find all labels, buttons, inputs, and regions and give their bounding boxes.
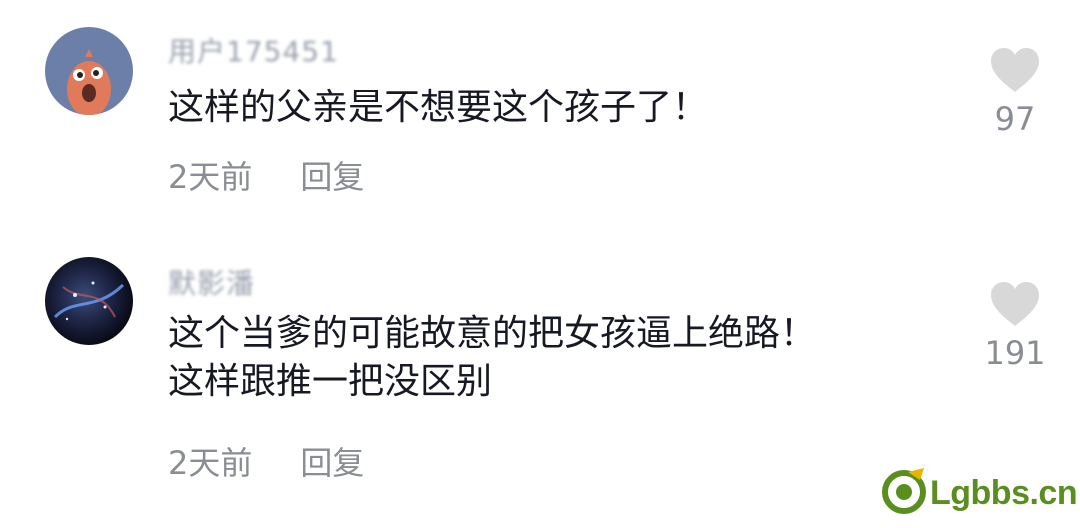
username[interactable]: 用户175451 xyxy=(168,30,339,70)
like-button[interactable]: 191 xyxy=(970,280,1060,372)
comment-text: 这样的父亲是不想要这个孩子了！ xyxy=(168,87,709,128)
comment-list: 用户175451 这样的父亲是不想要这个孩子了！ 2天前 回复 97 默影潘 这… xyxy=(0,0,1080,528)
watermark: Lgbbs.cn xyxy=(880,460,1078,520)
avatar[interactable] xyxy=(45,27,133,115)
comment-text-line: 这个当爹的可能故意的把女孩逼上绝路！ xyxy=(168,313,817,354)
comment-text: 这个当爹的可能故意的把女孩逼上绝路！ 这样跟推一把没区别 xyxy=(168,310,816,406)
timestamp: 2天前 xyxy=(168,444,253,482)
galaxy-planet-icon xyxy=(45,257,133,345)
comment-meta: 2天前 回复 xyxy=(168,152,364,198)
username[interactable]: 默影潘 xyxy=(168,262,255,302)
heart-icon xyxy=(991,48,1039,92)
like-count: 97 xyxy=(994,100,1036,138)
watermark-text: Lgbbs.cn xyxy=(930,474,1078,512)
like-count: 191 xyxy=(984,334,1046,372)
comment-text-line: 这样跟推一把没区别 xyxy=(168,361,493,402)
comment-item: 用户175451 这样的父亲是不想要这个孩子了！ 2天前 回复 97 xyxy=(0,0,1080,240)
cartoon-face-icon xyxy=(45,27,133,115)
avatar[interactable] xyxy=(45,257,133,345)
timestamp: 2天前 xyxy=(168,158,253,196)
reply-button[interactable]: 回复 xyxy=(300,158,364,196)
lgbbs-logo-icon xyxy=(882,468,926,514)
comment-meta: 2天前 回复 xyxy=(168,438,364,484)
heart-icon xyxy=(991,282,1039,326)
reply-button[interactable]: 回复 xyxy=(300,444,364,482)
like-button[interactable]: 97 xyxy=(970,46,1060,138)
